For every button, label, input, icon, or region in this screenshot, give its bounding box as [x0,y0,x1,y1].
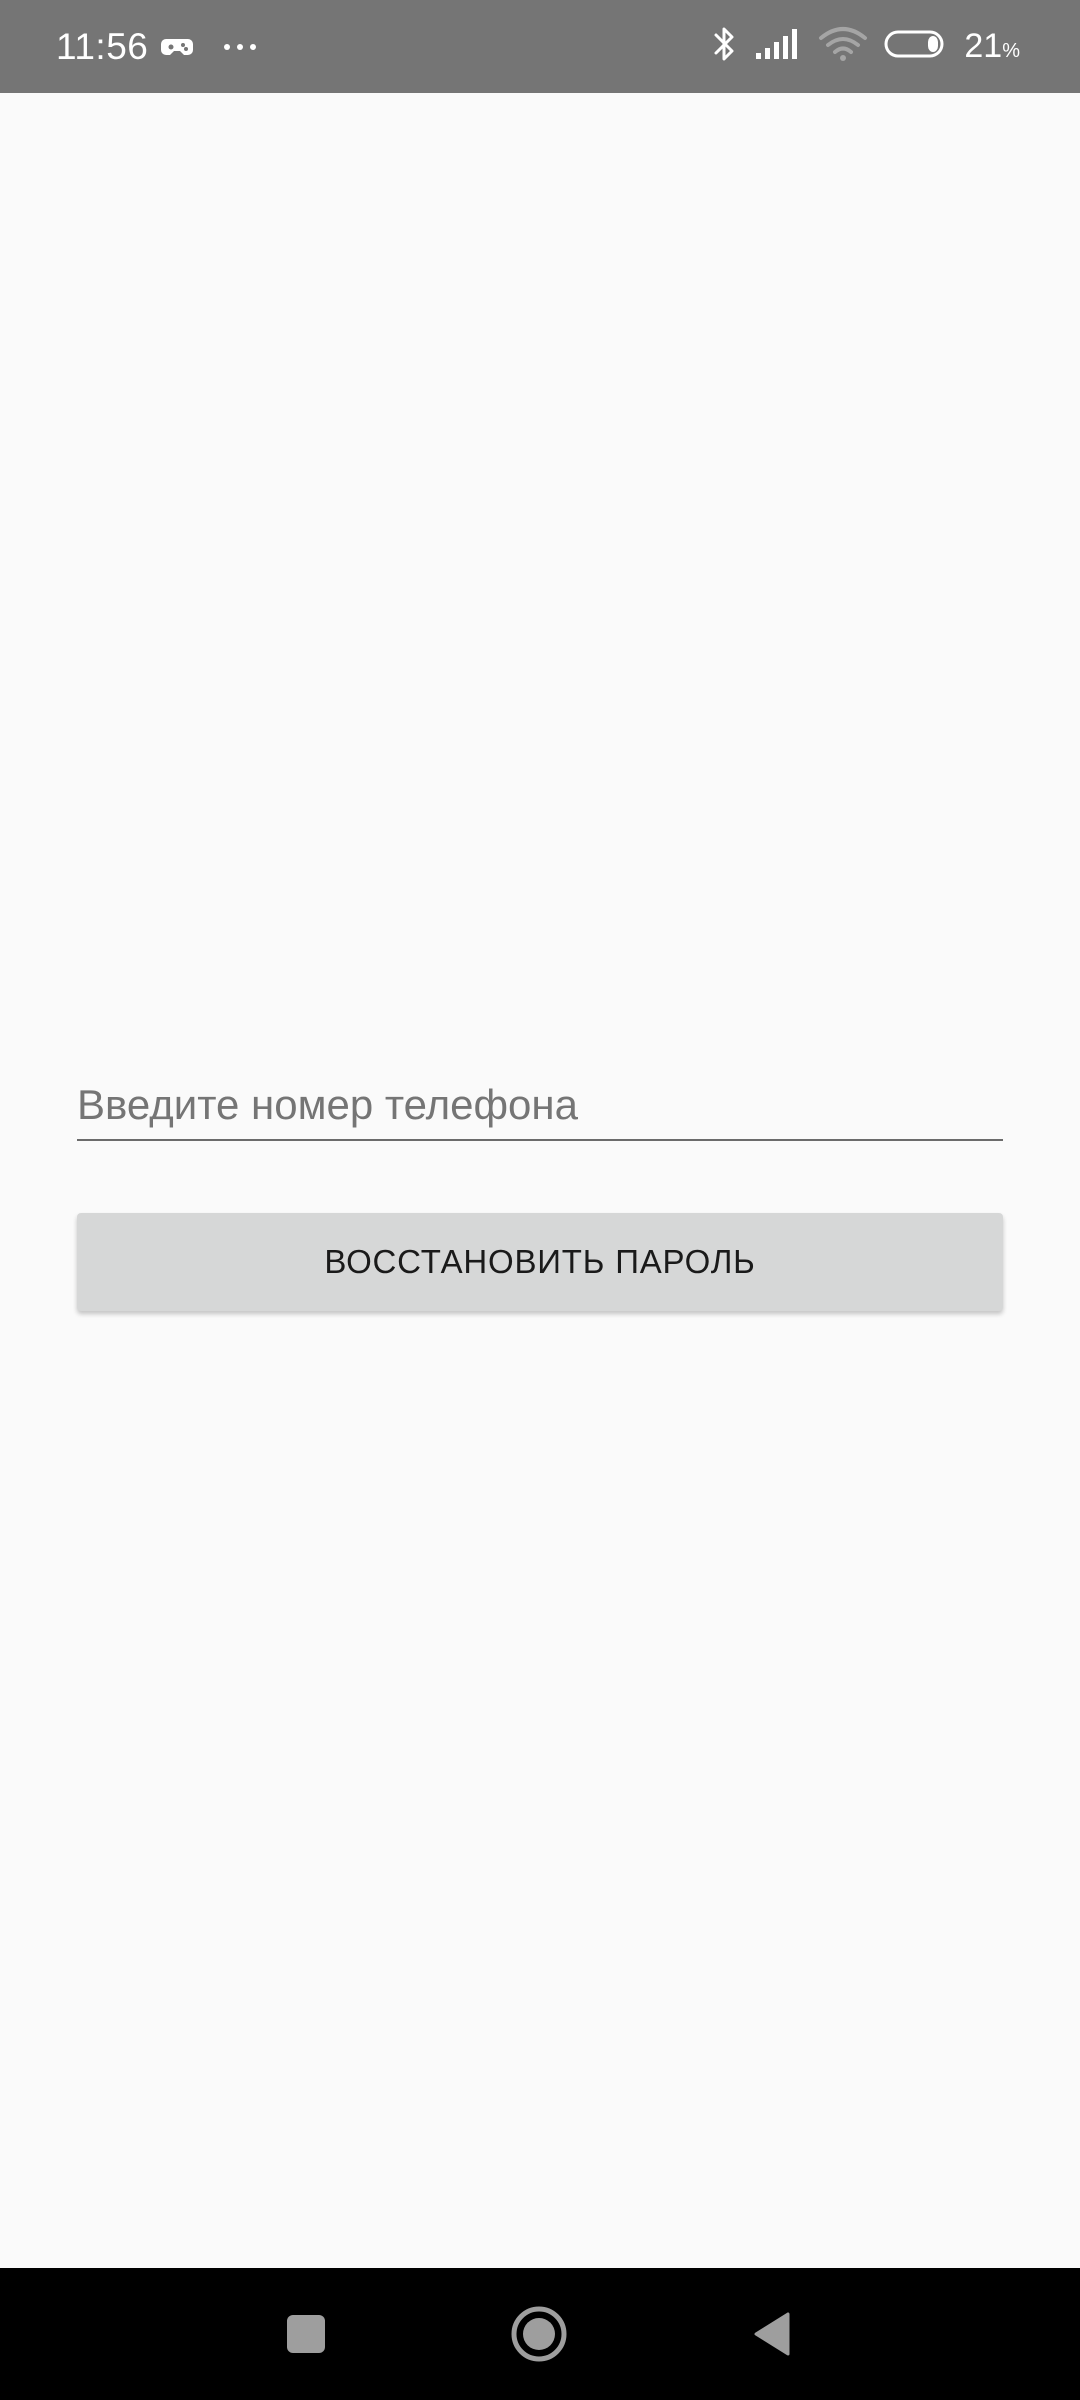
main-content: ВОССТАНОВИТЬ ПАРОЛЬ [0,93,1080,2268]
phone-field[interactable] [77,1063,1003,1141]
back-triangle-icon [754,2312,790,2356]
recents-button[interactable] [246,2268,366,2400]
recents-square-icon [287,2315,325,2353]
phone-input[interactable] [77,1081,1003,1129]
status-time: 11:56 [56,25,149,67]
status-left: 11:56 [56,0,257,93]
restore-password-button[interactable]: ВОССТАНОВИТЬ ПАРОЛЬ [77,1213,1003,1311]
home-circle-icon [511,2306,567,2362]
game-controller-icon [160,33,194,61]
home-button[interactable] [479,2268,599,2400]
status-bar: 11:56 21% [0,0,1080,93]
battery-icon [884,29,948,64]
back-button[interactable] [712,2268,832,2400]
battery-percentage: 21% [964,27,1020,65]
status-right: 21% [712,0,1020,93]
bluetooth-icon [712,24,738,69]
more-dots-icon [224,43,257,50]
navigation-bar [0,2268,1080,2400]
signal-icon [754,27,802,66]
wifi-icon [818,26,868,67]
